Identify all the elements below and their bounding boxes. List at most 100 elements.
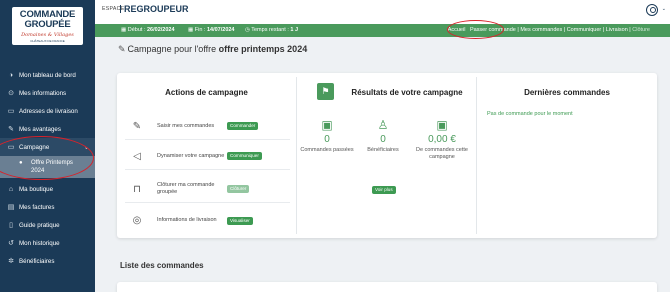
flag-icon: ⚑ (317, 83, 334, 100)
page-title-offer: offre printemps 2024 (218, 44, 308, 54)
action-row-close: ⊓ Clôturer ma commande groupée Clôturer (125, 176, 290, 203)
time-remaining: ◷ Temps restant : 1 J (245, 27, 298, 33)
stat-value: 0 (324, 134, 330, 145)
orders-list-title: Liste des commandes (120, 261, 204, 270)
sidebar-item-label: Mes avantages (19, 125, 61, 133)
sidebar-item-addresses[interactable]: ▭ Adresses de livraison (0, 102, 95, 120)
action-row-communicate: ◁ Dynamiser votre campagne Communiquer (125, 143, 290, 170)
orders-list-card (117, 282, 657, 292)
brand-tagline: Domaines & Villages (21, 32, 74, 38)
stat-orders: ▣ 0 Commandes passées (300, 119, 354, 154)
clock-icon: ◷ (245, 27, 250, 33)
basket-icon: ▣ (321, 118, 333, 132)
page-title: ✎ Campagne pour l'offre offre printemps 2… (118, 44, 307, 55)
guide-icon: ▯ (9, 222, 13, 229)
annotation-ring (447, 20, 504, 39)
dashboard-icon: ◑ (8, 71, 14, 79)
shop-icon: ⌂ (8, 185, 14, 193)
sidebar-item-label: Guide pratique (19, 221, 60, 229)
action-row-delivery: ◎ Informations de livraison Visualiser (125, 207, 290, 234)
stat-amount: ▣ 0,00 € De commandes cette campagne (412, 119, 472, 161)
top-header: ESPACE REGROUPEUR ⌄ (95, 0, 670, 24)
sidebar-item-invoices[interactable]: ▤ Mes factures (0, 198, 95, 216)
stat-label: Commandes passées (300, 147, 354, 153)
address-icon: ▭ (7, 108, 15, 115)
nav-my-orders[interactable]: Mes commandes (520, 27, 562, 33)
campaign-card: Actions de campagne ✎ Saisir mes command… (117, 73, 657, 238)
communicate-button[interactable]: Communiquer (227, 152, 262, 160)
beneficiaries-icon: ✲ (8, 258, 14, 265)
sidebar-item-info[interactable]: ⊙ Mes informations (0, 84, 95, 102)
location-pin-icon: ◎ (132, 215, 142, 226)
end-date-value: 14/07/2024 (206, 27, 235, 33)
edit-icon: ✎ (118, 44, 126, 54)
nav-sep: | (563, 27, 566, 33)
start-date-value: 26/02/2024 (147, 27, 175, 33)
sidebar-item-dashboard[interactable]: ◑ Mon tableau de bord (0, 66, 95, 84)
brand-line2: GROUPÉE (24, 19, 71, 30)
edit-icon: ✎ (132, 120, 142, 132)
end-date: ▦ Fin : 14/07/2024 (188, 27, 235, 33)
sidebar-item-beneficiaries[interactable]: ✲ Bénéficiaires (0, 252, 95, 270)
action-label: Informations de livraison (157, 217, 217, 223)
sidebar-item-history[interactable]: ↺ Mon historique (0, 234, 95, 252)
remaining-label: Temps restant : (251, 27, 289, 33)
lock-icon: ⊓ (133, 183, 141, 195)
remaining-value: 1 J (290, 27, 299, 33)
campaign-status-bar: ▦ Début : 26/02/2024 ▦ Fin : 14/07/2024 … (95, 24, 670, 37)
cart-icon: ▣ (436, 118, 448, 132)
sidebar-item-label: Mes informations (19, 89, 67, 97)
stat-label: Bénéficiaires (367, 147, 399, 153)
sidebar-item-guide[interactable]: ▯ Guide pratique (0, 216, 95, 234)
stat-beneficiaries: ♙ 0 Bénéficiaires (357, 119, 409, 154)
megaphone-icon: ◁ (133, 150, 141, 162)
nav-sep: | (602, 27, 605, 33)
invoice-icon: ▤ (7, 204, 15, 211)
stat-value: 0 (380, 134, 386, 145)
page-title-prefix: Campagne pour l'offre (127, 44, 217, 54)
action-label: Clôturer ma commande groupée (157, 182, 215, 195)
nav-delivery[interactable]: Livraison (606, 27, 628, 33)
chevron-down-icon[interactable]: ⌄ (662, 6, 666, 12)
header-divider (120, 5, 121, 13)
action-label: Dynamiser votre campagne (157, 152, 225, 159)
view-button[interactable]: Visualiser (227, 216, 253, 225)
info-icon: ⊙ (8, 90, 14, 97)
sidebar-item-label: Adresses de livraison (19, 107, 78, 115)
brand-logo[interactable]: COMMANDE GROUPÉE Domaines & Villages CHÂ… (11, 6, 84, 46)
nav-communicate[interactable]: Communiquer (567, 27, 602, 33)
history-icon: ↺ (8, 240, 14, 247)
calendar-icon: ▦ (121, 27, 127, 33)
sidebar-item-label: Mon tableau de bord (19, 71, 76, 79)
sidebar-item-label: Mon historique (19, 239, 60, 247)
action-label: Saisir mes commandes (157, 122, 215, 129)
sidebar-item-label: Ma boutique (19, 185, 54, 193)
calendar-icon: ▦ (188, 27, 194, 33)
space-label: ESPACE (102, 6, 125, 12)
user-avatar-icon[interactable] (646, 4, 658, 16)
start-date: ▦ Début : 26/02/2024 (121, 27, 175, 33)
column-divider (476, 77, 477, 234)
action-row-order: ✎ Saisir mes commandes Commander (125, 113, 290, 140)
see-more-button[interactable]: Voir plus (372, 186, 396, 194)
stat-label: De commandes cette campagne (416, 147, 468, 160)
space-name: REGROUPEUR (124, 4, 189, 14)
sidebar-item-label: Bénéficiaires (19, 257, 55, 265)
sidebar-item-shop[interactable]: ⌂ Ma boutique (0, 180, 95, 198)
person-icon: ♙ (377, 118, 389, 132)
results-title: Résultats de votre campagne (351, 88, 463, 97)
advantages-icon: ✎ (8, 126, 14, 133)
sidebar-item-label: Mes factures (19, 203, 55, 211)
recent-orders-title: Dernières commandes (524, 88, 610, 97)
end-label: Fin : (194, 27, 206, 33)
order-button[interactable]: Commander (227, 122, 259, 130)
actions-title: Actions de campagne (165, 88, 248, 97)
nav-sep: | (517, 27, 519, 33)
column-divider (296, 77, 297, 234)
nav-sep: | (629, 27, 631, 33)
brand-subtag: CHÂTEAUX DE FRANCE (30, 39, 65, 43)
nav-close[interactable]: Clôture (632, 27, 650, 33)
no-orders-message: Pas de commande pour le moment (487, 111, 573, 117)
close-button[interactable]: Clôturer (227, 185, 250, 193)
start-label: Début : (127, 27, 146, 33)
